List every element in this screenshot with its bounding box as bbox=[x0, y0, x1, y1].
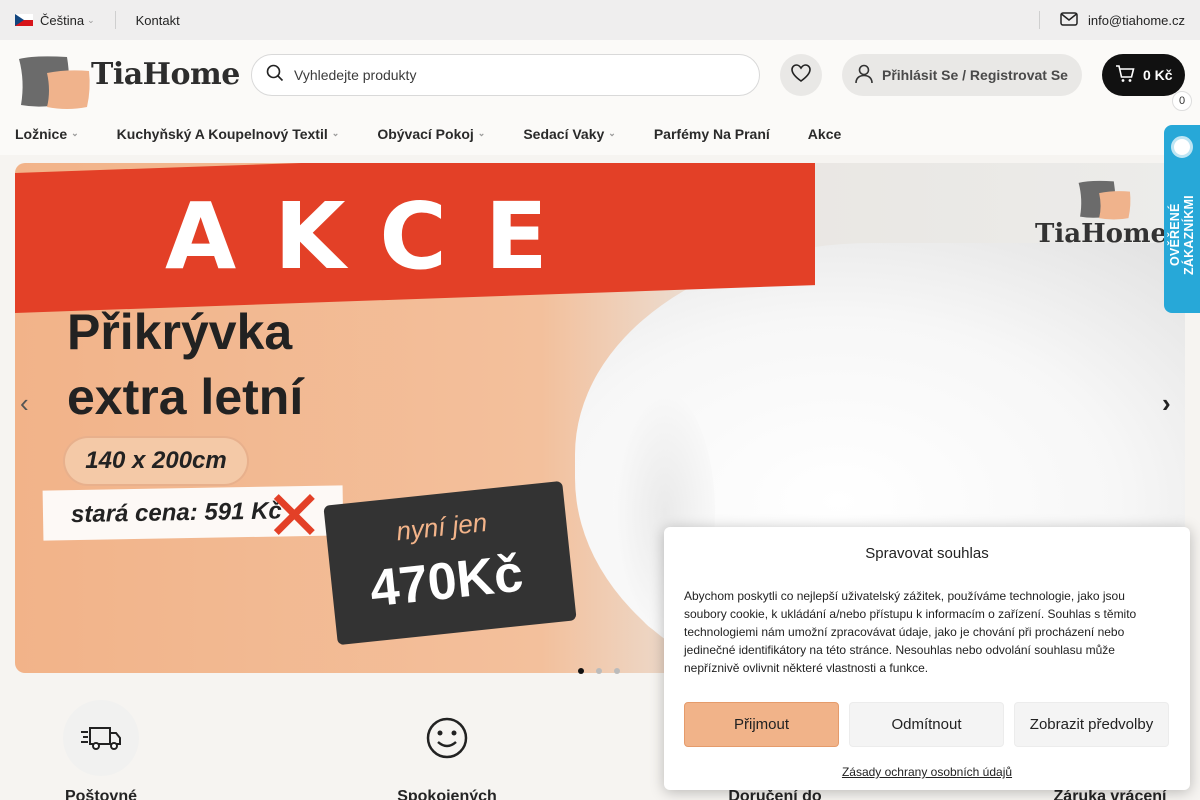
hero-size-pill: 140 x 200cm bbox=[65, 438, 247, 484]
nav-label: Parfémy Na Praní bbox=[653, 125, 770, 142]
chevron-down-icon: ⌄ bbox=[71, 128, 79, 138]
cookie-text: Abychom poskytli co nejlepší uživatelský… bbox=[684, 589, 1137, 675]
accept-button[interactable]: Přijmout bbox=[684, 702, 839, 747]
slider-prev-arrow-icon[interactable]: ‹ bbox=[20, 388, 29, 419]
top-bar: Čeština ⌄ Kontakt info@tiahome.cz bbox=[0, 0, 1200, 40]
language-switcher[interactable]: Čeština ⌄ bbox=[15, 13, 95, 28]
nav-item-obyvaci-pokoj[interactable]: Obývací Pokoj ⌄ bbox=[377, 126, 485, 142]
privacy-policy-link[interactable]: Zásady ochrany osobních údajů bbox=[684, 765, 1170, 779]
feature-label: Spokojených bbox=[397, 788, 497, 800]
cookie-buttons: Přijmout Odmítnout Zobrazit předvolby bbox=[684, 702, 1170, 747]
logo-text: TiaHome bbox=[91, 57, 240, 92]
feature-label: Poštovné zdarma bbox=[64, 788, 137, 800]
top-contact: info@tiahome.cz bbox=[1038, 0, 1185, 40]
chevron-down-icon: ⌄ bbox=[331, 128, 340, 138]
cart-icon bbox=[1115, 64, 1135, 86]
hero-brand-logo: TiaHome bbox=[1035, 177, 1175, 257]
chevron-down-icon: ⌄ bbox=[477, 128, 486, 138]
feature-satisfied: Spokojených bbox=[385, 700, 509, 800]
divider bbox=[1038, 11, 1040, 29]
new-price-label: nyní jen bbox=[394, 506, 489, 547]
nav-item-akce[interactable]: Akce bbox=[808, 126, 841, 142]
cookie-consent-dialog: Spravovat souhlas Abychom poskytli co ne… bbox=[664, 527, 1190, 790]
smile-icon bbox=[409, 700, 485, 776]
reject-button[interactable]: Odmítnout bbox=[849, 702, 1004, 747]
chevron-down-icon: ⌄ bbox=[608, 128, 616, 138]
site-logo[interactable]: TiaHome bbox=[15, 47, 240, 109]
slider-next-arrow-icon[interactable]: › bbox=[1162, 388, 1171, 419]
contact-link[interactable]: Kontakt bbox=[136, 13, 180, 28]
strike-x-icon: ✕ bbox=[265, 475, 324, 557]
search-bar[interactable] bbox=[251, 54, 760, 96]
verified-badge-label: OVĚŘENÉ ZÁKAZNÍKMI bbox=[1168, 195, 1196, 275]
hero-title-line1: Přikrývka bbox=[67, 304, 293, 360]
new-price: 470Kč bbox=[367, 544, 526, 619]
slider-dot[interactable] bbox=[578, 668, 584, 674]
heart-icon bbox=[791, 63, 811, 87]
slider-dot[interactable] bbox=[596, 668, 602, 674]
mail-icon bbox=[1060, 11, 1078, 29]
nav-label: Akce bbox=[807, 125, 842, 142]
nav-label: Kuchyňský A Koupelnový Textil bbox=[116, 125, 328, 142]
cart-button[interactable]: 0 Kč bbox=[1102, 54, 1185, 96]
hero-brand-text: TiaHome bbox=[1035, 219, 1168, 249]
search-input[interactable] bbox=[294, 67, 734, 83]
verified-customers-badge[interactable]: OVĚŘENÉ ZÁKAZNÍKMI bbox=[1164, 125, 1200, 313]
hero-title-line2: extra letní bbox=[67, 369, 304, 425]
login-button[interactable]: Přihlásit Se / Registrovat Se bbox=[842, 54, 1082, 96]
nav-item-parfemy[interactable]: Parfémy Na Praní bbox=[654, 126, 770, 142]
nav-item-loznice[interactable]: Ložnice ⌄ bbox=[15, 126, 79, 142]
chevron-down-icon: ⌄ bbox=[87, 14, 95, 25]
login-label: Přihlásit Se / Registrovat Se bbox=[882, 67, 1068, 83]
cookie-title: Spravovat souhlas bbox=[865, 545, 989, 562]
hero-headline: AKCE bbox=[165, 183, 586, 290]
cart-total: 0 Kč bbox=[1143, 67, 1173, 83]
truck-icon bbox=[63, 700, 139, 776]
nav-label: Ložnice bbox=[15, 125, 68, 142]
main-nav: Ložnice ⌄ Kuchyňský A Koupelnový Textil ⌄ … bbox=[0, 112, 1200, 155]
cart-count-badge: 0 bbox=[1172, 91, 1192, 111]
pillow-logo-icon bbox=[19, 56, 90, 109]
language-label: Čeština bbox=[40, 12, 85, 28]
wishlist-button[interactable] bbox=[780, 54, 822, 96]
hero-new-price-block: nyní jen 470Kč bbox=[323, 480, 577, 646]
search-icon bbox=[266, 64, 284, 87]
email-link[interactable]: info@tiahome.cz bbox=[1088, 13, 1185, 28]
nav-label: Obývací Pokoj bbox=[377, 125, 474, 142]
pillow-logo-icon bbox=[1078, 180, 1131, 220]
preferences-button[interactable]: Zobrazit předvolby bbox=[1014, 702, 1169, 747]
divider bbox=[114, 11, 116, 29]
user-icon bbox=[854, 64, 874, 87]
feature-free-shipping: Poštovné zdarma bbox=[35, 700, 167, 800]
slider-dot[interactable] bbox=[614, 668, 620, 674]
verified-seal-icon bbox=[1171, 136, 1193, 158]
nav-item-textil[interactable]: Kuchyňský A Koupelnový Textil ⌄ bbox=[117, 126, 340, 142]
czech-flag-icon bbox=[15, 14, 33, 26]
slider-dots bbox=[578, 668, 620, 674]
nav-item-sedaci-vaky[interactable]: Sedací Vaky ⌄ bbox=[523, 126, 616, 142]
nav-label: Sedací Vaky bbox=[523, 125, 605, 142]
header: TiaHome Přihlásit Se / Registrovat Se 0 … bbox=[0, 40, 1200, 112]
